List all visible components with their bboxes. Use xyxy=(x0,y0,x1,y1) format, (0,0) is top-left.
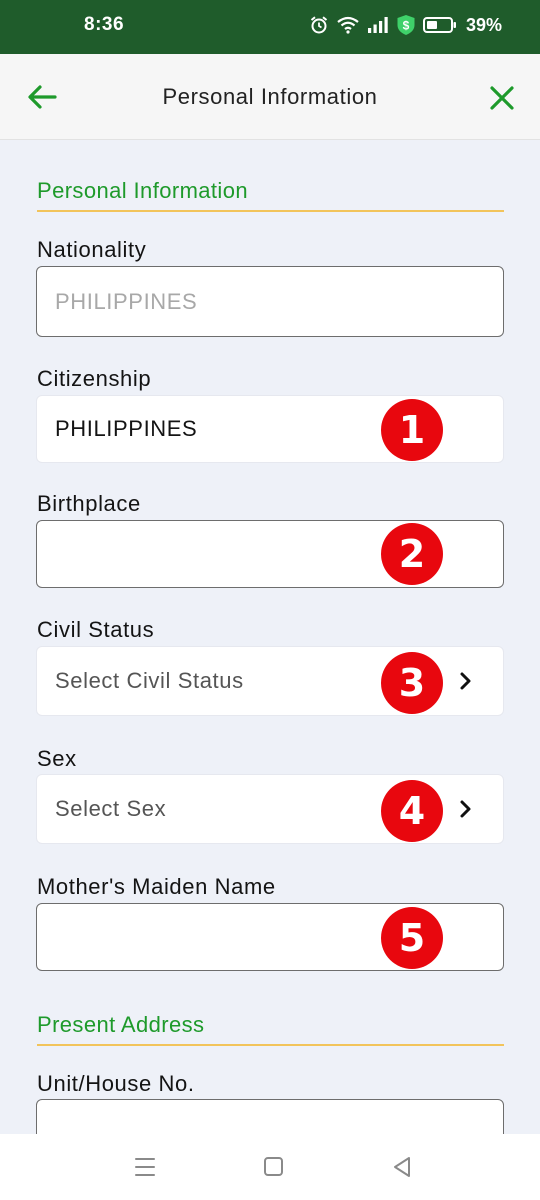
back-nav-button[interactable] xyxy=(389,1154,417,1180)
shield-dollar-icon: $ xyxy=(396,14,416,36)
chevron-right-icon xyxy=(460,672,471,690)
back-triangle-icon xyxy=(394,1157,410,1177)
nationality-label: Nationality xyxy=(37,237,147,262)
annotation-badge-5: 5 xyxy=(381,907,443,969)
nationality-field[interactable]: PHILIPPINES xyxy=(36,266,504,337)
citizenship-value: PHILIPPINES xyxy=(55,416,198,441)
sex-value: Select Sex xyxy=(55,796,167,821)
citizenship-label: Citizenship xyxy=(37,366,152,391)
annotation-badge-4: 4 xyxy=(381,780,443,842)
battery-percent: 39% xyxy=(465,14,502,35)
alarm-icon xyxy=(309,15,329,35)
annotation-badge-1: 1 xyxy=(381,399,443,461)
section-title-address: Present Address xyxy=(37,1012,504,1046)
annotation-badge-2: 2 xyxy=(381,523,443,585)
close-icon xyxy=(490,86,514,110)
home-square-icon xyxy=(264,1157,283,1176)
status-time: 8:36 xyxy=(84,14,125,35)
status-bar: 8:36 $ 39% xyxy=(0,0,540,54)
home-button[interactable] xyxy=(260,1154,288,1180)
page-title: Personal Information xyxy=(162,84,378,109)
status-icons: $ 39% xyxy=(309,14,502,36)
nationality-value: PHILIPPINES xyxy=(55,288,198,314)
birthplace-label: Birthplace xyxy=(37,491,141,516)
unit-house-no-label: Unit/House No. xyxy=(37,1071,195,1096)
chevron-right-icon xyxy=(460,800,471,818)
sex-label: Sex xyxy=(37,746,77,771)
svg-text:$: $ xyxy=(403,19,410,33)
form-content[interactable]: Personal Information Nationality PHILIPP… xyxy=(0,140,540,1134)
civil-status-value: Select Civil Status xyxy=(55,668,244,693)
annotation-badge-3: 3 xyxy=(381,652,443,714)
unit-house-no-field[interactable] xyxy=(36,1099,504,1134)
battery-icon xyxy=(422,16,457,34)
app-bar: Personal Information xyxy=(0,54,540,140)
mothers-maiden-name-label: Mother's Maiden Name xyxy=(37,874,276,899)
section-title-personal: Personal Information xyxy=(37,178,504,212)
signal-icon xyxy=(367,16,389,34)
civil-status-label: Civil Status xyxy=(37,617,155,642)
close-button[interactable] xyxy=(486,82,518,114)
menu-button[interactable] xyxy=(131,1154,159,1180)
navigation-bar xyxy=(0,1134,540,1200)
wifi-icon xyxy=(336,15,360,35)
menu-icon xyxy=(135,1158,155,1176)
